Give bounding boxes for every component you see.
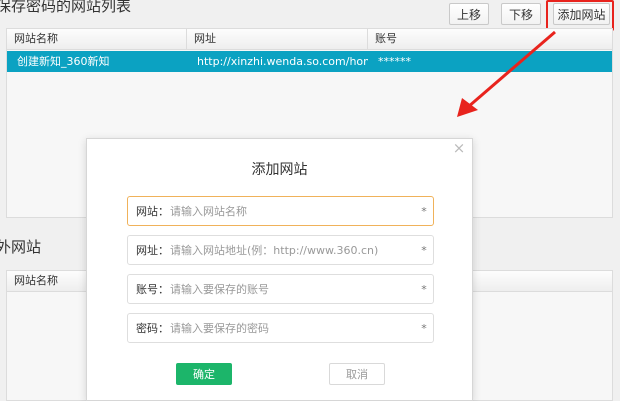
cell-url: http://xinzhi.wenda.so.com/home... — [197, 55, 368, 68]
cancel-button[interactable]: 取消 — [329, 363, 385, 385]
confirm-button[interactable]: 确定 — [176, 363, 232, 385]
required-mark: * — [421, 204, 427, 218]
password-label: 密码： — [136, 322, 169, 335]
url-label: 网址： — [136, 244, 169, 257]
dialog-title: 添加网站 — [251, 162, 308, 178]
site-name-input[interactable] — [170, 204, 415, 218]
saved-list-title: 保存密码的网站列表 — [0, 0, 132, 15]
close-icon[interactable]: × — [452, 141, 466, 156]
password-input[interactable] — [170, 321, 415, 335]
table-row[interactable]: 创建新知_360新知 http://xinzhi.wenda.so.com/ho… — [7, 51, 612, 72]
required-mark: * — [421, 282, 427, 296]
account-input[interactable] — [170, 282, 415, 296]
account-field[interactable]: 账号： * — [127, 274, 434, 304]
move-down-button[interactable]: 下移 — [501, 3, 541, 25]
site-name-label: 网站： — [136, 205, 169, 218]
add-site-dialog: 添加网站 × 网站： * 网址： * 账号： * 密码： * 确定 取消 — [86, 138, 473, 401]
url-field[interactable]: 网址： * — [127, 235, 434, 265]
cell-account: ****** — [378, 55, 411, 68]
url-input[interactable] — [170, 243, 415, 257]
cell-site-name: 创建新知_360新知 — [17, 55, 110, 68]
column-header-account[interactable]: 账号 — [368, 29, 612, 49]
excluded-list-title: 外网站 — [0, 238, 42, 256]
account-label: 账号： — [136, 283, 169, 296]
required-mark: * — [421, 243, 427, 257]
move-up-button[interactable]: 上移 — [449, 3, 489, 25]
column-header-site-name[interactable]: 网站名称 — [7, 29, 187, 49]
required-mark: * — [421, 321, 427, 335]
table-header: 网站名称 网址 账号 — [7, 29, 612, 50]
password-field[interactable]: 密码： * — [127, 313, 434, 343]
highlight-annotation-box — [546, 0, 614, 31]
column-header-url[interactable]: 网址 — [187, 29, 368, 49]
site-name-field[interactable]: 网站： * — [127, 196, 434, 226]
